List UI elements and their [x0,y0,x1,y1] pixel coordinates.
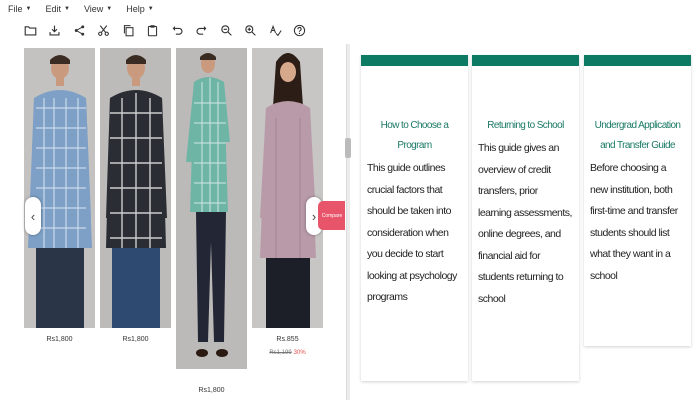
menu-view[interactable]: View ▼ [84,4,112,14]
download-icon [49,25,60,36]
card-accent-bar [584,55,691,66]
product-price-4: Rs.855 [252,336,323,343]
product-photo-3[interactable] [176,48,247,369]
zoom-out-button[interactable] [214,19,238,41]
chevron-right-icon: › [311,208,317,224]
chevron-down-icon: ▼ [106,6,113,12]
compare-tab[interactable]: Compare [318,201,345,230]
guide-card-2[interactable]: Returning to School This guide gives an … [472,55,579,381]
undo-icon [172,25,182,35]
paste-button[interactable] [141,19,165,41]
menu-bar: File ▼ Edit ▼ View ▼ Help ▼ [0,0,700,18]
card-title[interactable]: Undergrad Application and Transfer Guide [584,116,691,156]
folder-open-icon [24,25,36,36]
product-photo-4[interactable] [252,48,323,328]
help-icon [293,24,306,36]
share-icon [74,24,84,36]
model-photo [176,48,247,369]
product-photo-1[interactable] [24,48,95,328]
product-card-4[interactable]: Rs.855 Rs1,199 30% [252,48,323,356]
copy-icon [123,24,133,36]
card-title[interactable]: Returning to School [472,116,579,136]
card-body: Before choosing a new institution, both … [590,162,678,282]
spell-check-button[interactable] [263,19,287,41]
discount-badge: 30% [293,350,306,356]
chevron-down-icon: ▼ [147,6,154,12]
toolbar [0,18,700,42]
guide-card-3[interactable]: Undergrad Application and Transfer Guide… [584,55,691,346]
menu-edit-label: Edit [45,4,61,14]
model-photo [252,48,323,328]
menu-file-label: File [8,4,23,14]
card-body: This guide gives an overview of credit t… [478,142,572,305]
product-price-2: Rs1,800 [122,336,149,343]
redo-icon [196,25,207,35]
card-title[interactable]: How to Choose a Program [361,116,468,156]
original-price: Rs1,199 [269,350,292,356]
carousel-prev-button[interactable]: ‹ [25,197,41,235]
product-card-1[interactable]: Rs1,800 [24,48,95,343]
product-card-3[interactable]: Rs1,800 [176,48,247,394]
zoom-in-icon [245,24,256,36]
share-button[interactable] [67,19,91,41]
help-button[interactable] [288,19,312,41]
download-button[interactable] [43,19,67,41]
product-discount-row: Rs1,199 30% [252,350,323,356]
product-carousel: Rs1,800 Rs1,800 Rs1,800 Rs.855 Rs1,199 3… [0,44,345,400]
chevron-left-icon: ‹ [30,208,36,224]
clipboard-icon [147,24,158,36]
model-photo [100,48,171,328]
model-photo [24,48,95,328]
cut-button[interactable] [92,19,116,41]
open-button[interactable] [18,19,42,41]
zoom-in-button[interactable] [239,19,263,41]
guide-card-1[interactable]: How to Choose a Program This guide outli… [361,55,468,381]
product-photo-2[interactable] [100,48,171,328]
spell-check-icon [269,24,282,36]
product-card-2[interactable]: Rs1,800 [100,48,171,343]
redo-button[interactable] [190,19,214,41]
product-price-1: Rs1,800 [46,336,73,343]
menu-view-label: View [83,4,104,14]
sale-price: Rs.855 [276,336,299,343]
scissors-icon [98,24,109,36]
menu-edit[interactable]: Edit ▼ [45,4,69,14]
menu-help[interactable]: Help ▼ [126,4,153,14]
chevron-down-icon: ▼ [63,6,70,12]
card-accent-bar [472,55,579,66]
zoom-out-icon [220,24,232,36]
panel-divider [346,44,350,400]
card-body: This guide outlines crucial factors that… [367,162,457,303]
chevron-down-icon: ▼ [25,6,32,12]
copy-button[interactable] [116,19,140,41]
menu-help-label: Help [126,4,145,14]
undo-button[interactable] [165,19,189,41]
menu-file[interactable]: File ▼ [8,4,31,14]
panel-resize-handle[interactable] [345,138,351,158]
product-price-3: Rs1,800 [198,387,225,394]
card-accent-bar [361,55,468,66]
